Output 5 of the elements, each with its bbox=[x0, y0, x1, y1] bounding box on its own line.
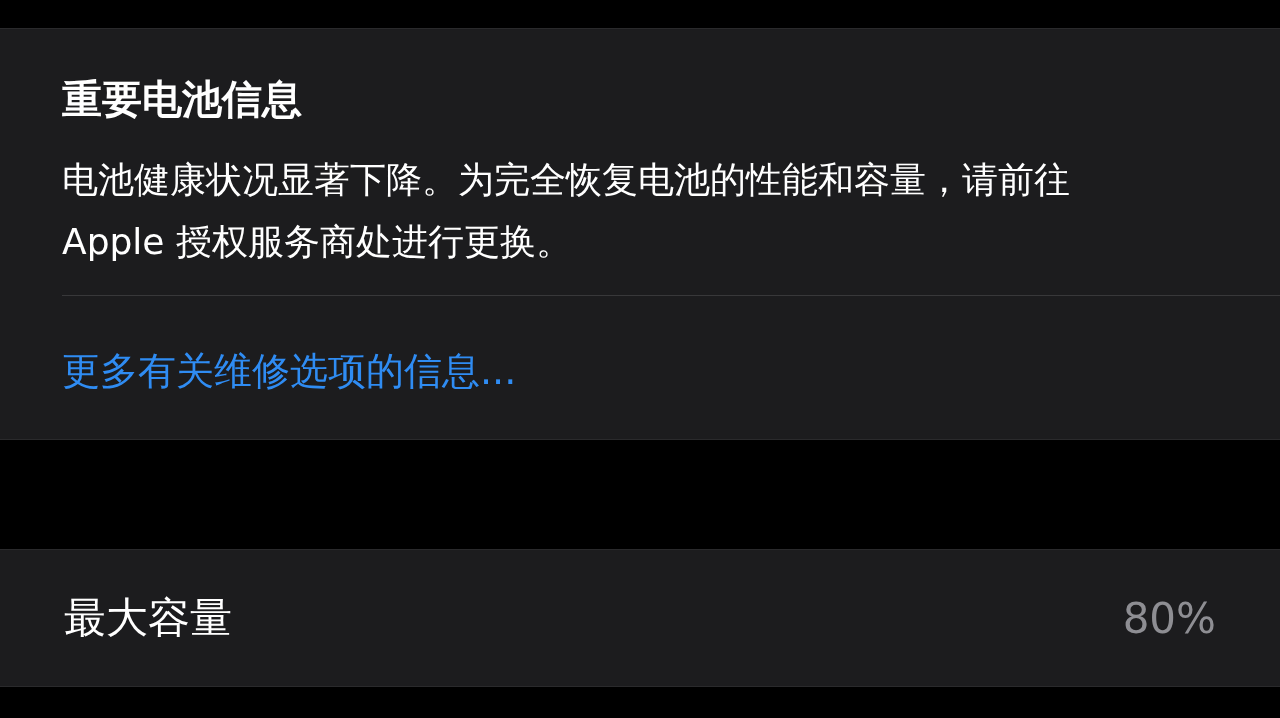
capacity-label: 最大容量 bbox=[64, 592, 232, 644]
repair-options-link[interactable]: 更多有关维修选项的信息... bbox=[62, 346, 517, 396]
notice-title: 重要电池信息 bbox=[62, 75, 303, 124]
capacity-value: 80% bbox=[1122, 593, 1216, 643]
notice-message: 电池健康状况显著下降。为完全恢复电池的性能和容量，请前往 Apple 授权服务商处进行更换。 bbox=[62, 158, 1071, 264]
